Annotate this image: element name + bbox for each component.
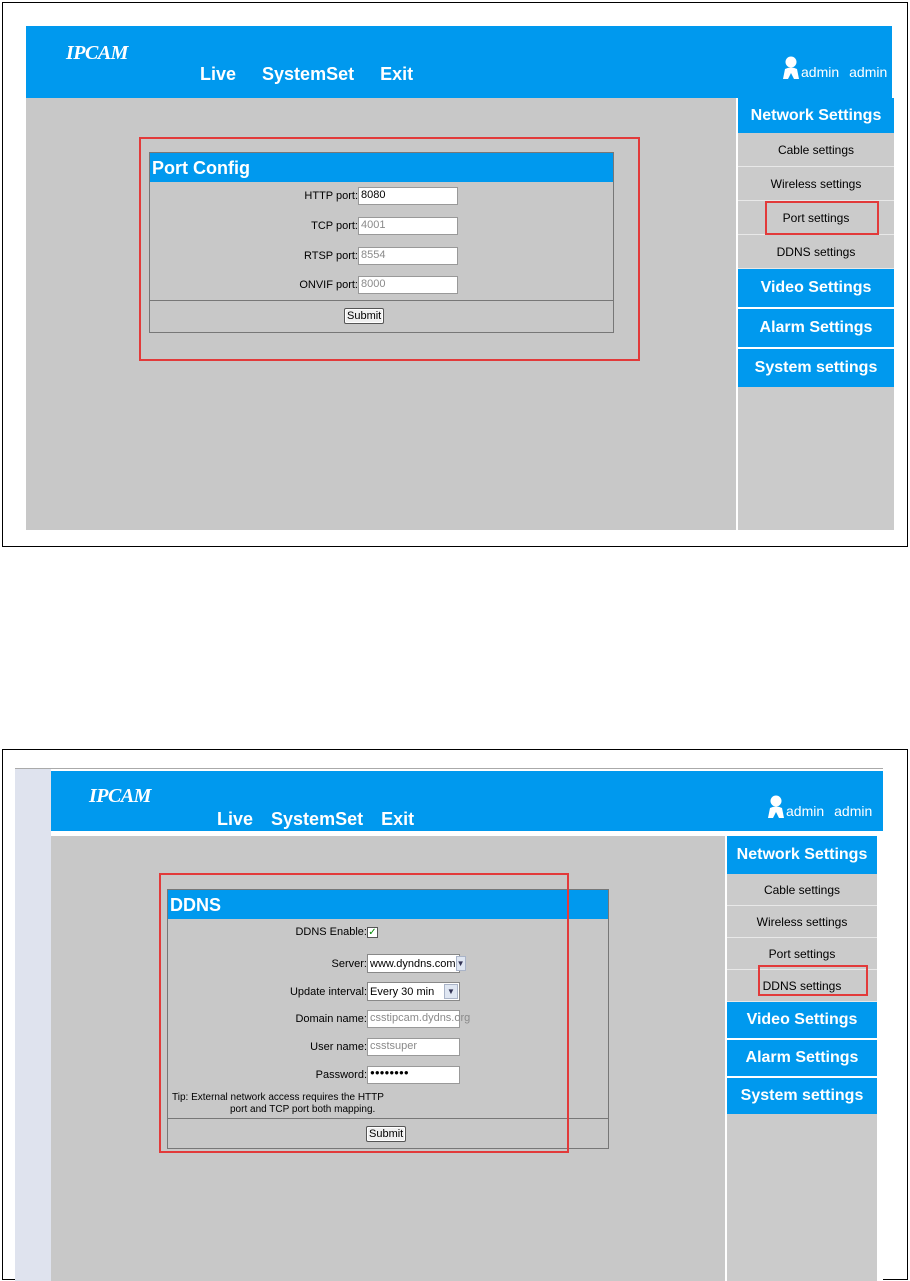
- username-label: User name:: [310, 1041, 367, 1053]
- http-port-row: HTTP port: 8080: [150, 187, 458, 205]
- sidebar-item-port[interactable]: Port settings: [738, 201, 894, 235]
- sidebar: Network Settings Cable settings Wireless…: [727, 836, 877, 1281]
- port-config-title: Port Config: [150, 153, 613, 182]
- user-icon: [768, 795, 784, 818]
- rtsp-port-input[interactable]: 8554: [358, 247, 458, 265]
- nav-exit[interactable]: Exit: [380, 64, 413, 85]
- ddns-enable-checkbox[interactable]: ✓: [367, 926, 378, 938]
- submit-button[interactable]: Submit: [344, 308, 385, 324]
- nav-systemset[interactable]: SystemSet: [262, 64, 354, 85]
- user-icon: [783, 56, 799, 79]
- main-nav: Live SystemSet Exit: [217, 809, 414, 830]
- server-label: Server:: [331, 957, 367, 970]
- sidebar-video-settings[interactable]: Video Settings: [727, 1002, 877, 1038]
- tcp-port-input[interactable]: 4001: [358, 217, 458, 235]
- nav-exit[interactable]: Exit: [381, 809, 414, 830]
- rtsp-port-label: RTSP port:: [303, 250, 358, 262]
- password-label: Password:: [315, 1069, 367, 1081]
- nav-live[interactable]: Live: [200, 64, 236, 85]
- tip-text: Tip: External network access requires th…: [172, 1092, 384, 1116]
- sidebar-item-cable[interactable]: Cable settings: [738, 133, 894, 167]
- screenshot-ddns: IPCAM Live SystemSet Exit admin admin Ne…: [2, 749, 908, 1281]
- server-row: Server: www.dyndns.com ▼: [168, 954, 466, 973]
- ddns-title: DDNS: [168, 890, 608, 919]
- http-port-label: HTTP port:: [304, 190, 358, 202]
- ddns-panel: DDNS DDNS Enable: ✓ Server: www.dyndns.c…: [167, 889, 609, 1149]
- http-port-input[interactable]: 8080: [358, 187, 458, 205]
- sidebar-item-wireless[interactable]: Wireless settings: [727, 906, 877, 938]
- sidebar-item-ddns[interactable]: DDNS settings: [727, 970, 877, 1002]
- onvif-port-label: ONVIF port:: [299, 279, 358, 291]
- tip-line-1: Tip: External network access requires th…: [172, 1092, 384, 1103]
- port-config-panel: Port Config HTTP port: 8080 TCP port: 40…: [149, 152, 614, 333]
- tcp-port-label: TCP port:: [311, 220, 358, 232]
- password-input[interactable]: ●●●●●●●●: [367, 1066, 460, 1084]
- top-bar: IPCAM Live SystemSet Exit admin admin: [51, 771, 883, 831]
- sidebar-alarm-settings[interactable]: Alarm Settings: [727, 1040, 877, 1076]
- app-logo: IPCAM: [89, 785, 151, 807]
- user-name: admin: [786, 803, 825, 819]
- server-value: www.dyndns.com: [370, 957, 456, 970]
- submit-button[interactable]: Submit: [366, 1126, 407, 1142]
- nav-systemset[interactable]: SystemSet: [271, 809, 363, 830]
- app-logo: IPCAM: [66, 42, 128, 64]
- interval-value: Every 30 min: [370, 985, 435, 998]
- nav-live[interactable]: Live: [217, 809, 253, 830]
- interval-label: Update interval:: [289, 985, 367, 998]
- sidebar-system-settings[interactable]: System settings: [727, 1078, 877, 1114]
- server-select[interactable]: www.dyndns.com ▼: [367, 954, 466, 973]
- tcp-port-row: TCP port: 4001: [150, 217, 458, 235]
- sidebar-alarm-settings[interactable]: Alarm Settings: [738, 309, 894, 347]
- password-row: Password: ●●●●●●●●: [168, 1066, 460, 1084]
- rtsp-port-row: RTSP port: 8554: [150, 247, 458, 265]
- interval-row: Update interval: Every 30 min ▼: [168, 982, 460, 1001]
- sidebar-item-cable[interactable]: Cable settings: [727, 874, 877, 906]
- ddns-enable-row: DDNS Enable: ✓: [168, 926, 378, 938]
- user-name: admin: [801, 64, 840, 80]
- sidebar-network-settings[interactable]: Network Settings: [727, 836, 877, 874]
- user-role[interactable]: admin: [834, 803, 872, 819]
- top-bar: IPCAM Live SystemSet Exit admin admin: [26, 26, 892, 98]
- panel-divider: [168, 1118, 608, 1119]
- left-gutter: [15, 769, 51, 1281]
- interval-select[interactable]: Every 30 min ▼: [367, 982, 460, 1001]
- sidebar-video-settings[interactable]: Video Settings: [738, 269, 894, 307]
- main-nav: Live SystemSet Exit: [200, 64, 413, 85]
- sidebar-item-port[interactable]: Port settings: [727, 938, 877, 970]
- user-info: admin admin: [767, 795, 872, 819]
- ddns-enable-label: DDNS Enable:: [295, 926, 367, 938]
- domain-input[interactable]: csstipcam.dydns.org: [367, 1010, 470, 1028]
- user-info: admin admin: [782, 56, 887, 80]
- sidebar-item-ddns[interactable]: DDNS settings: [738, 235, 894, 269]
- screenshot-port-config: IPCAM Live SystemSet Exit admin admin Ne…: [2, 2, 908, 547]
- onvif-port-input[interactable]: 8000: [358, 276, 458, 294]
- domain-row: Domain name: csstipcam.dydns.org: [168, 1010, 470, 1028]
- panel-divider: [150, 300, 613, 301]
- sidebar-item-wireless[interactable]: Wireless settings: [738, 167, 894, 201]
- sidebar: Network Settings Cable settings Wireless…: [738, 98, 894, 530]
- username-row: User name: csstsuper: [168, 1038, 460, 1056]
- sidebar-system-settings[interactable]: System settings: [738, 349, 894, 387]
- chevron-down-icon[interactable]: ▼: [444, 984, 458, 999]
- chevron-down-icon[interactable]: ▼: [455, 956, 466, 971]
- sidebar-network-settings[interactable]: Network Settings: [738, 98, 894, 133]
- user-role[interactable]: admin: [849, 64, 887, 80]
- domain-label: Domain name:: [295, 1013, 367, 1025]
- tip-line-2: port and TCP port both mapping.: [230, 1104, 376, 1115]
- onvif-port-row: ONVIF port: 8000: [150, 276, 458, 294]
- username-input[interactable]: csstsuper: [367, 1038, 460, 1056]
